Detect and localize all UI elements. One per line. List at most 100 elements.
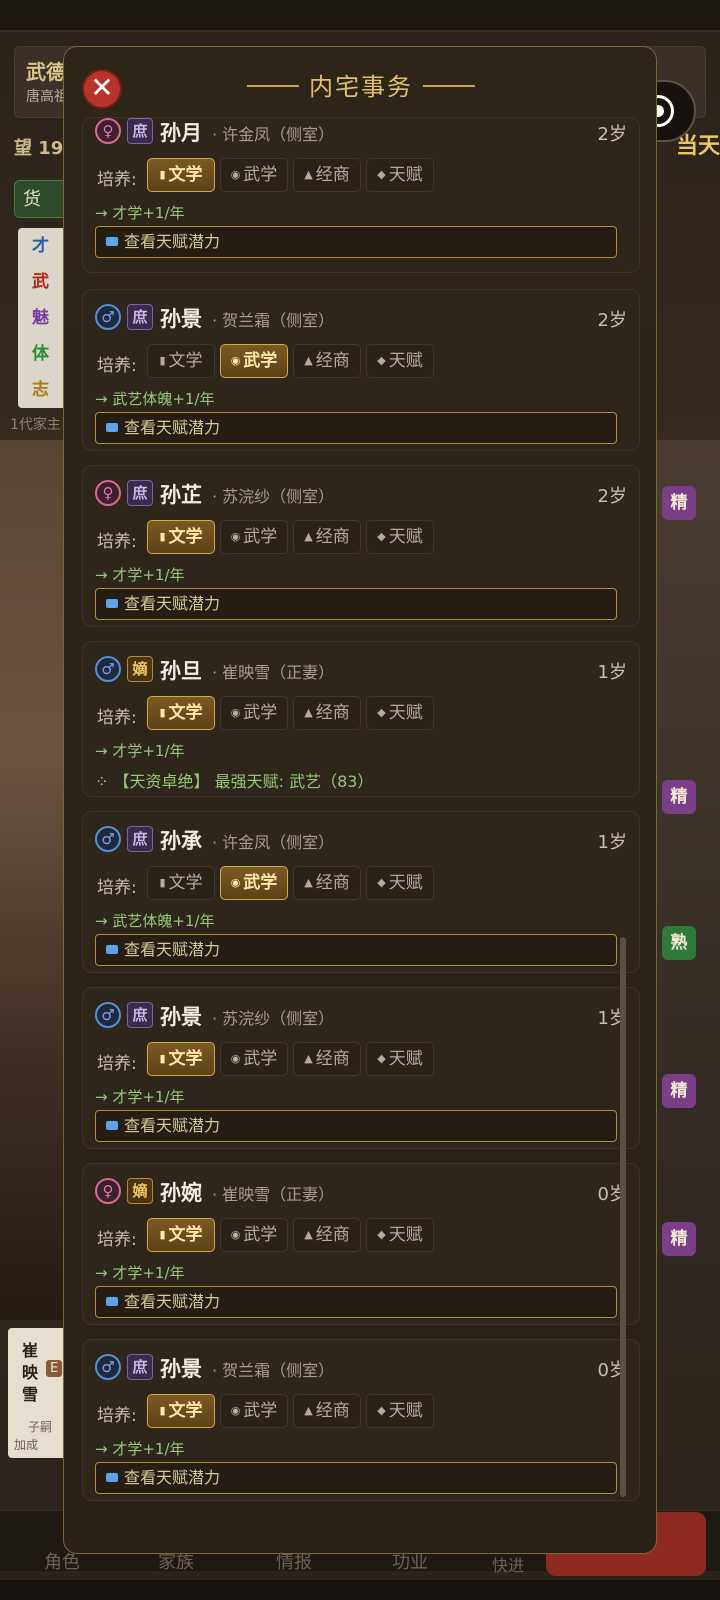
train-option-jing[interactable]: ▲ 经商 xyxy=(293,158,361,192)
child-name: 孙承 xyxy=(160,829,202,853)
view-potential-button[interactable]: 查看天赋潜力 xyxy=(95,1110,617,1142)
train-option-jing[interactable]: ▲ 经商 xyxy=(293,344,361,378)
train-option-tian[interactable]: ◆ 天赋 xyxy=(366,344,434,378)
child-age: 1岁 xyxy=(597,662,627,683)
growth-effect: → 才学+1/年 xyxy=(95,566,185,584)
female-icon: ♀ xyxy=(95,480,121,506)
train-option-wu[interactable]: ◉ 武学 xyxy=(220,1394,288,1428)
growth-effect: → 武艺体魄+1/年 xyxy=(95,390,215,408)
train-label: 培养: xyxy=(97,1054,137,1074)
train-option-tian[interactable]: ◆ 天赋 xyxy=(366,866,434,900)
wen-icon: ▮ xyxy=(159,354,166,367)
nav-fast-forward[interactable]: 快进 xyxy=(492,1552,524,1576)
scrollbar[interactable] xyxy=(620,937,626,1497)
train-option-wen[interactable]: ▮ 文学 xyxy=(147,696,215,730)
jing-icon: ▲ xyxy=(304,168,313,181)
child-name: 孙芷 xyxy=(160,483,202,507)
train-option-tian[interactable]: ◆ 天赋 xyxy=(366,1394,434,1428)
spouse-note: 子嗣 xyxy=(28,1420,53,1434)
tian-icon: ◆ xyxy=(377,354,386,367)
train-option-wu[interactable]: ◉ 武学 xyxy=(220,866,288,900)
train-label: 培养: xyxy=(97,356,137,376)
train-option-wen[interactable]: ▮ 文学 xyxy=(147,344,215,378)
scroll-icon xyxy=(106,599,118,608)
train-label: 培养: xyxy=(97,1406,137,1426)
tian-icon: ◆ xyxy=(377,876,386,889)
view-potential-label: 查看天赋潜力 xyxy=(124,1468,221,1487)
train-option-wen[interactable]: ▮ 文学 xyxy=(147,1394,215,1428)
train-option-wu[interactable]: ◉ 武学 xyxy=(220,1218,288,1252)
train-option-tian[interactable]: ◆ 天赋 xyxy=(366,520,434,554)
train-option-jing[interactable]: ▲ 经商 xyxy=(293,1218,361,1252)
train-option-label: 武学 xyxy=(243,1225,278,1245)
mother-name: · 崔映雪（正妻） xyxy=(212,663,335,682)
tian-icon: ◆ xyxy=(377,168,386,181)
growth-effect: → 才学+1/年 xyxy=(95,1440,185,1458)
view-potential-button[interactable]: 查看天赋潜力 xyxy=(95,1462,617,1494)
train-option-wu[interactable]: ◉ 武学 xyxy=(220,696,288,730)
view-potential-button[interactable]: 查看天赋潜力 xyxy=(95,412,617,444)
child-name: 孙月 xyxy=(160,121,202,145)
train-option-wen[interactable]: ▮ 文学 xyxy=(147,1218,215,1252)
train-option-jing[interactable]: ▲ 经商 xyxy=(293,866,361,900)
train-option-tian[interactable]: ◆ 天赋 xyxy=(366,1218,434,1252)
train-option-wen[interactable]: ▮ 文学 xyxy=(147,158,215,192)
child-age: 2岁 xyxy=(597,124,627,145)
view-potential-button[interactable]: 查看天赋潜力 xyxy=(95,226,617,258)
mother-name: · 苏浣纱（侧室） xyxy=(212,487,335,506)
scroll-icon xyxy=(106,1121,118,1130)
jing-icon: ▲ xyxy=(304,1052,313,1065)
child-name: 孙景 xyxy=(160,307,202,331)
rank-badge: 庶 xyxy=(127,304,153,330)
child-name: 孙旦 xyxy=(160,659,202,683)
train-option-tian[interactable]: ◆ 天赋 xyxy=(366,1042,434,1076)
train-option-label: 经商 xyxy=(315,1225,350,1245)
view-potential-button[interactable]: 查看天赋潜力 xyxy=(95,934,617,966)
rank-badge: 庶 xyxy=(127,1354,153,1380)
train-option-wen[interactable]: ▮ 文学 xyxy=(147,520,215,554)
goods-label: 货 xyxy=(23,189,41,210)
train-option-jing[interactable]: ▲ 经商 xyxy=(293,1394,361,1428)
train-option-wu[interactable]: ◉ 武学 xyxy=(220,344,288,378)
train-option-wu[interactable]: ◉ 武学 xyxy=(220,158,288,192)
jing-icon: ▲ xyxy=(304,1228,313,1241)
view-potential-button[interactable]: 查看天赋潜力 xyxy=(95,1286,617,1318)
train-option-label: 天赋 xyxy=(388,873,423,893)
mother-name: · 许金凤（侧室） xyxy=(212,833,335,852)
growth-effect: → 才学+1/年 xyxy=(95,1088,185,1106)
child-card: ♂ 庶孙承 · 许金凤（侧室） 1岁 培养: ▮ 文学 ◉ 武学 ▲ 经商 ◆ 天赋 → 武艺体魄+1/年… xyxy=(82,811,640,973)
tian-icon: ◆ xyxy=(377,530,386,543)
train-option-jing[interactable]: ▲ 经商 xyxy=(293,520,361,554)
train-option-wu[interactable]: ◉ 武学 xyxy=(220,520,288,554)
train-option-label: 文学 xyxy=(168,165,203,185)
train-option-wen[interactable]: ▮ 文学 xyxy=(147,866,215,900)
train-label: 培养: xyxy=(97,878,137,898)
spouse-name: 崔映雪 xyxy=(22,1341,39,1404)
train-option-jing[interactable]: ▲ 经商 xyxy=(293,1042,361,1076)
train-option-label: 武学 xyxy=(243,873,278,893)
wu-icon: ◉ xyxy=(230,1404,241,1417)
wen-icon: ▮ xyxy=(159,1228,166,1241)
growth-effect: → 才学+1/年 xyxy=(95,204,185,222)
rank-badge: 庶 xyxy=(127,480,153,506)
wu-icon: ◉ xyxy=(230,1228,241,1241)
train-option-label: 武学 xyxy=(243,527,278,547)
male-icon: ♂ xyxy=(95,1002,121,1028)
view-potential-label: 查看天赋潜力 xyxy=(124,1292,221,1311)
child-card: ♀ 庶孙芷 · 苏浣纱（侧室） 2岁 培养: ▮ 文学 ◉ 武学 ▲ 经商 ◆ 天赋 → 才学+1/年 查看… xyxy=(82,465,640,627)
train-label: 培养: xyxy=(97,170,137,190)
tian-icon: ◆ xyxy=(377,1404,386,1417)
train-option-tian[interactable]: ◆ 天赋 xyxy=(366,158,434,192)
train-option-label: 武学 xyxy=(243,1401,278,1421)
train-option-wen[interactable]: ▮ 文学 xyxy=(147,1042,215,1076)
train-option-wu[interactable]: ◉ 武学 xyxy=(220,1042,288,1076)
view-potential-button[interactable]: 查看天赋潜力 xyxy=(95,588,617,620)
female-icon: ♀ xyxy=(95,118,121,144)
growth-effect: → 武艺体魄+1/年 xyxy=(95,912,215,930)
title-line-right xyxy=(423,84,475,87)
train-option-tian[interactable]: ◆ 天赋 xyxy=(366,696,434,730)
train-option-jing[interactable]: ▲ 经商 xyxy=(293,696,361,730)
wen-icon: ▮ xyxy=(159,530,166,543)
child-name: 孙景 xyxy=(160,1357,202,1381)
train-option-label: 天赋 xyxy=(388,165,423,185)
